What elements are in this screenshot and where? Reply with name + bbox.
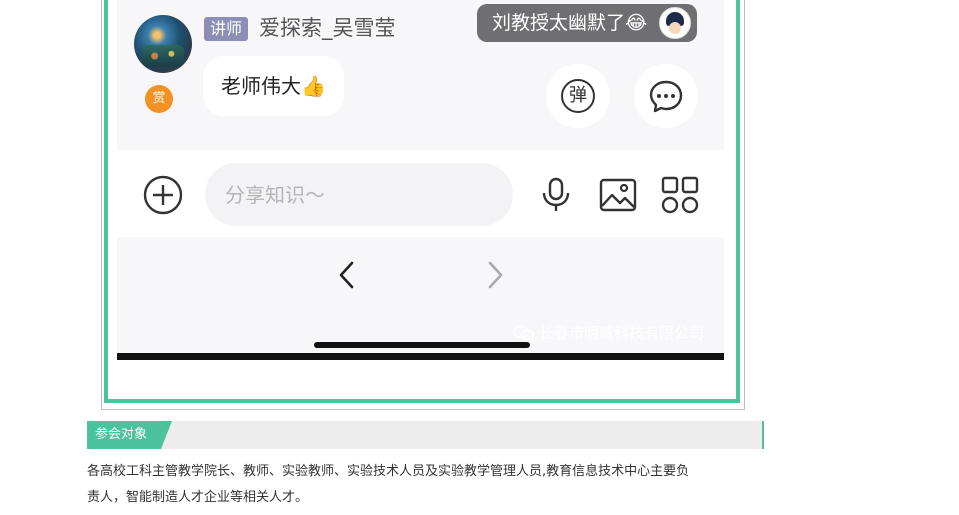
watermark: 长春市明威科技有限公司 [513,323,704,343]
back-button[interactable] [337,260,357,294]
image-icon [599,178,637,212]
share-knowledge-input[interactable] [205,163,513,226]
more-apps-button[interactable] [660,175,700,219]
wechat-icon [513,325,535,341]
commenter-avatar[interactable] [134,15,192,73]
browser-nav: 长春市明威科技有限公司 [117,237,724,360]
add-button[interactable] [143,175,183,219]
section-header: 参会对象 [87,421,764,449]
danmaku-toggle-button[interactable]: 弹 [546,64,610,128]
comment-button[interactable] [634,64,698,128]
home-indicator[interactable] [314,342,530,348]
image-button[interactable] [599,177,637,217]
input-bar [117,150,724,237]
chevron-left-icon [339,261,354,289]
chevron-right-icon [488,261,503,289]
voice-button[interactable] [540,177,572,217]
section-tag: 参会对象 [87,421,172,449]
comment-bubble: 老师伟大👍 [203,56,344,116]
plus-circle-icon [143,175,183,215]
section-body-line-1: 各高校工科主管教学院长、教师、实验教师、实验技术人员及实验教学管理人员,教育信息… [87,464,690,479]
lecturer-badge: 讲师 [204,17,249,41]
section-body: 各高校工科主管教学院长、教师、实验教师、实验技术人员及实验教学管理人员,教育信息… [87,459,772,511]
reward-badge[interactable]: 赏 [145,85,173,113]
watermark-text: 长春市明威科技有限公司 [538,324,704,342]
commenter-name[interactable]: 爱探索_吴雪莹 [259,13,396,43]
comment-bubble-icon [649,80,683,113]
danmaku-icon: 弹 [561,79,595,113]
section-body-line-2: 责人，智能制造人才企业等相关人才。 [87,490,309,505]
microphone-icon [542,177,570,211]
danmu-pill: 刘教授太幽默了😂 [477,4,697,42]
danmu-avatar [659,7,691,39]
danmu-text: 刘教授太幽默了😂 [492,12,648,34]
phone-screenshot: 赏 讲师 爱探索_吴雪莹 老师伟大👍 刘教授太幽默了😂 弹 分享知识～ 长春市明… [117,0,724,360]
forward-button[interactable] [485,260,505,294]
phone-bottom-edge [117,353,724,360]
grid-icon [661,176,699,214]
